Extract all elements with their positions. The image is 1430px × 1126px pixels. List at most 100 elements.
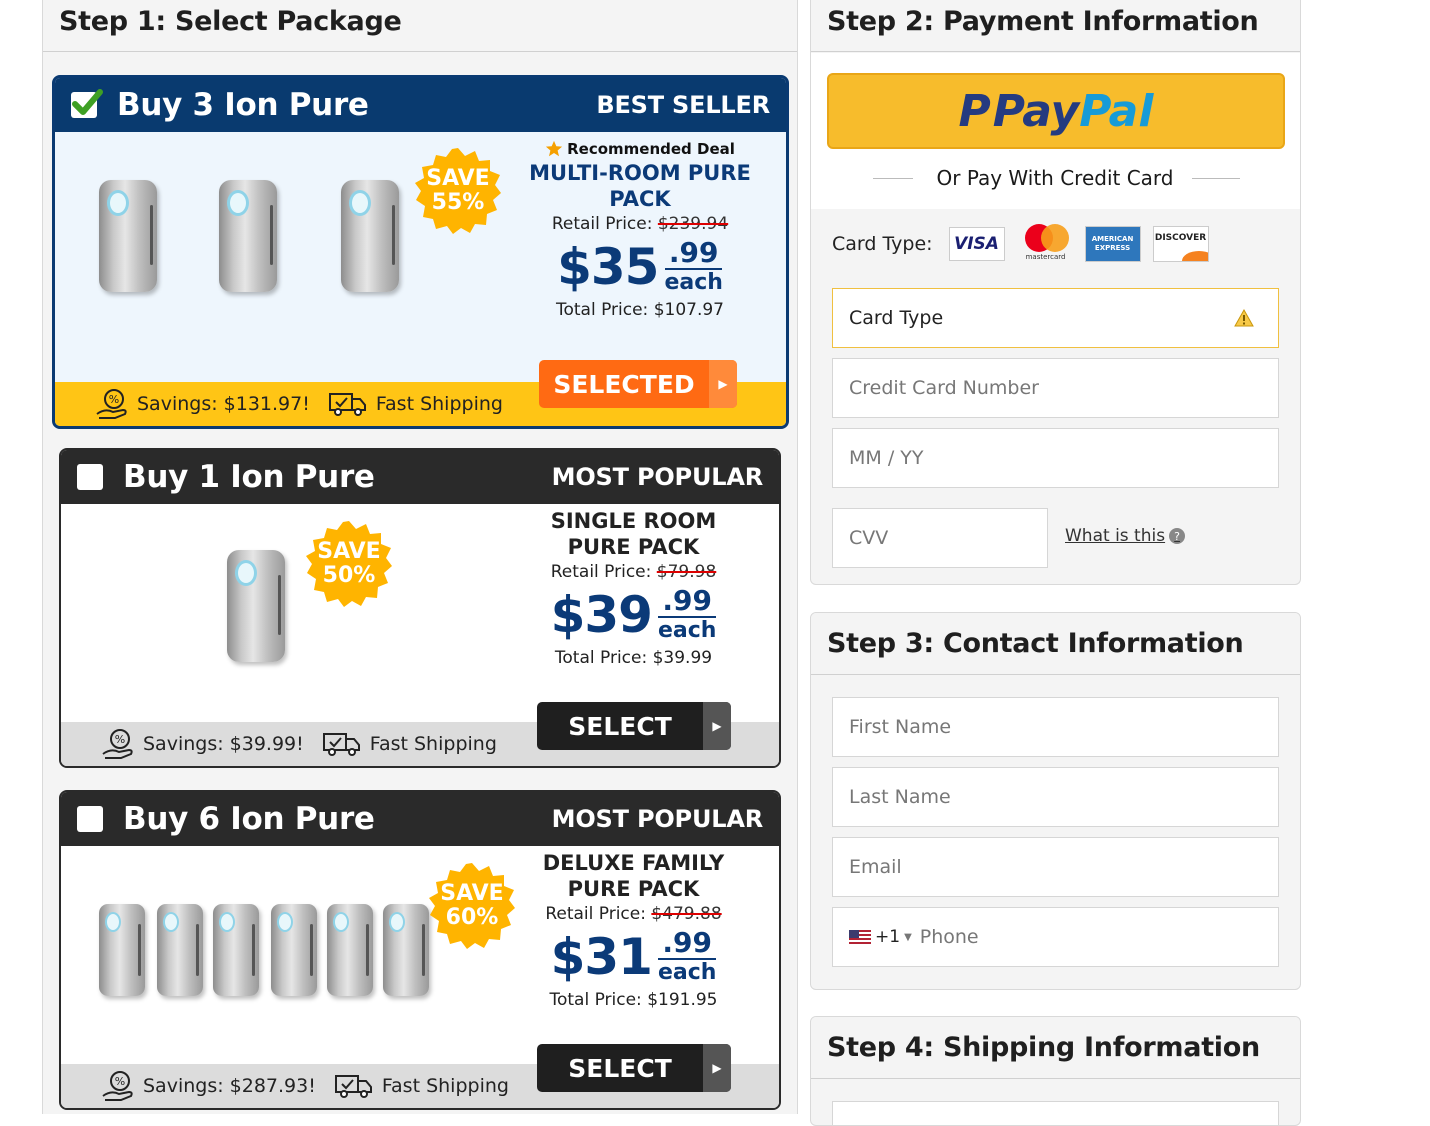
card-type-select[interactable]: Card Type (832, 288, 1279, 348)
cvv-placeholder: CVV (849, 527, 889, 549)
email-placeholder: Email (849, 856, 902, 878)
svg-text:%: % (115, 1075, 125, 1088)
cvv-input[interactable]: CVV (832, 508, 1048, 568)
button-label: SELECT (568, 711, 672, 741)
last-name-input[interactable]: Last Name (832, 767, 1279, 827)
price-cents: .99 (664, 238, 723, 270)
product-image (383, 904, 429, 996)
card-type-value: Card Type (849, 307, 944, 329)
package-checkbox[interactable] (71, 89, 103, 118)
retail-price: Retail Price: $479.88 (511, 904, 756, 924)
retail-price: Retail Price: $239.94 (525, 214, 755, 234)
save-percent: 55% (431, 190, 485, 215)
price-dollars: $35 (557, 238, 659, 296)
paypal-logo-pal: Pal (1079, 85, 1154, 137)
button-label: SELECT (568, 1053, 672, 1083)
savings-icon: % (96, 389, 127, 419)
us-flag-icon[interactable] (849, 930, 871, 944)
save-label: SAVE (317, 539, 381, 564)
pack-name: MULTI-ROOM PURE PACK (529, 161, 751, 211)
savings-icon: % (102, 1071, 133, 1101)
step2-title: Step 2: Payment Information (811, 0, 1300, 52)
package-buy-3[interactable]: Buy 3 Ion Pure BEST SELLER SAVE 55% Reco… (52, 75, 789, 429)
package-tag: BEST SELLER (596, 91, 770, 119)
total-price: Total Price: $191.95 (549, 990, 718, 1010)
arrow-right-icon: ▶ (703, 702, 731, 750)
select-button[interactable]: SELECT ▶ (537, 702, 731, 750)
package-title: Buy 1 Ion Pure (123, 459, 375, 495)
unit-price: $39 .99 each (516, 586, 751, 645)
product-image (213, 904, 259, 996)
save-percent: 50% (322, 563, 376, 588)
package-checkbox[interactable] (77, 806, 103, 832)
truck-icon (334, 1075, 372, 1098)
card-type-row: Card Type: VISA mastercard AMERICAN EXPR… (832, 224, 1282, 264)
package-tag: MOST POPULAR (551, 463, 764, 491)
product-image (219, 180, 277, 292)
package-tag: MOST POPULAR (551, 805, 764, 833)
shipping-text: Fast Shipping (369, 733, 497, 755)
step1-title: Step 1: Select Package (43, 0, 797, 52)
retail-value: $479.88 (651, 904, 722, 924)
select-button[interactable]: SELECT ▶ (537, 1044, 731, 1092)
first-name-input[interactable]: First Name (832, 697, 1279, 757)
card-type-label: Card Type: (832, 233, 933, 255)
what-is-this-text: What is this (1065, 526, 1166, 546)
package-buy-6[interactable]: Buy 6 Ion Pure MOST POPULAR SAVE 60% DEL… (59, 790, 781, 1110)
retail-label: Retail Price: (551, 214, 653, 234)
svg-text:%: % (109, 393, 119, 406)
button-label: SELECTED (553, 369, 695, 399)
or-pay-divider: Or Pay With Credit Card (867, 166, 1245, 190)
package-title: Buy 3 Ion Pure (117, 87, 369, 123)
package-info: Recommended Deal MULTI-ROOM PURE PACK Re… (525, 138, 755, 320)
first-name-placeholder: First Name (849, 716, 952, 738)
retail-value: $79.98 (656, 562, 717, 582)
product-image (157, 904, 203, 996)
step3-title: Step 3: Contact Information (811, 613, 1300, 675)
arrow-right-icon: ▶ (709, 360, 737, 408)
phone-input[interactable]: +1 ▼ Phone (832, 907, 1279, 967)
chevron-down-icon[interactable]: ▼ (904, 932, 912, 943)
email-input[interactable]: Email (832, 837, 1279, 897)
recommended-deal: Recommended Deal (525, 138, 755, 160)
package-body: SAVE 55% Recommended Deal MULTI-ROOM PUR… (55, 132, 786, 426)
paypal-button[interactable]: P Pay Pal (827, 73, 1285, 149)
credit-card-number-input[interactable]: Credit Card Number (832, 358, 1279, 418)
help-icon: ? (1169, 528, 1186, 544)
package-header: Buy 6 Ion Pure MOST POPULAR (61, 792, 779, 846)
product-image (327, 904, 373, 996)
step2-panel: Step 2: Payment Information P Pay Pal Or… (810, 0, 1301, 585)
what-is-this-link[interactable]: What is this ? (1065, 526, 1186, 546)
mastercard-icon: mastercard (1017, 224, 1075, 264)
visa-icon: VISA (948, 227, 1005, 261)
expiry-input[interactable]: MM / YY (832, 428, 1279, 488)
discover-icon: DISCOVER (1152, 226, 1209, 262)
pack-name: SINGLE ROOM PURE PACK (550, 509, 717, 559)
step1-panel: Step 1: Select Package Buy 3 Ion Pure BE… (42, 0, 798, 1114)
discover-label: DISCOVER (1154, 233, 1207, 243)
package-body: SAVE 50% SINGLE ROOM PURE PACK Retail Pr… (61, 504, 779, 766)
step4-panel: Step 4: Shipping Information (810, 1016, 1301, 1126)
expiry-placeholder: MM / YY (849, 447, 924, 469)
amex-icon: AMERICAN EXPRESS (1084, 226, 1141, 262)
or-pay-text: Or Pay With Credit Card (936, 166, 1174, 190)
phone-country-code[interactable]: +1 (875, 927, 900, 947)
selected-button[interactable]: SELECTED ▶ (539, 360, 737, 408)
product-image (271, 904, 317, 996)
package-checkbox[interactable] (77, 464, 103, 490)
package-buy-1[interactable]: Buy 1 Ion Pure MOST POPULAR SAVE 50% SIN… (59, 448, 781, 768)
package-header: Buy 3 Ion Pure BEST SELLER (55, 78, 786, 132)
truck-icon (328, 393, 366, 416)
price-dollars: $31 (550, 928, 653, 986)
pack-name: DELUXE FAMILY PURE PACK (542, 851, 725, 901)
package-title: Buy 6 Ion Pure (123, 801, 375, 837)
save-badge: SAVE 55% (415, 148, 501, 234)
save-label: SAVE (426, 166, 490, 191)
price-cents: .99 (658, 586, 716, 618)
save-badge: SAVE 50% (306, 521, 392, 607)
price-cents: .99 (658, 928, 716, 960)
product-image (99, 180, 157, 292)
save-percent: 60% (445, 905, 499, 930)
paypal-logo-p: P (958, 85, 991, 137)
save-badge: SAVE 60% (429, 863, 515, 949)
